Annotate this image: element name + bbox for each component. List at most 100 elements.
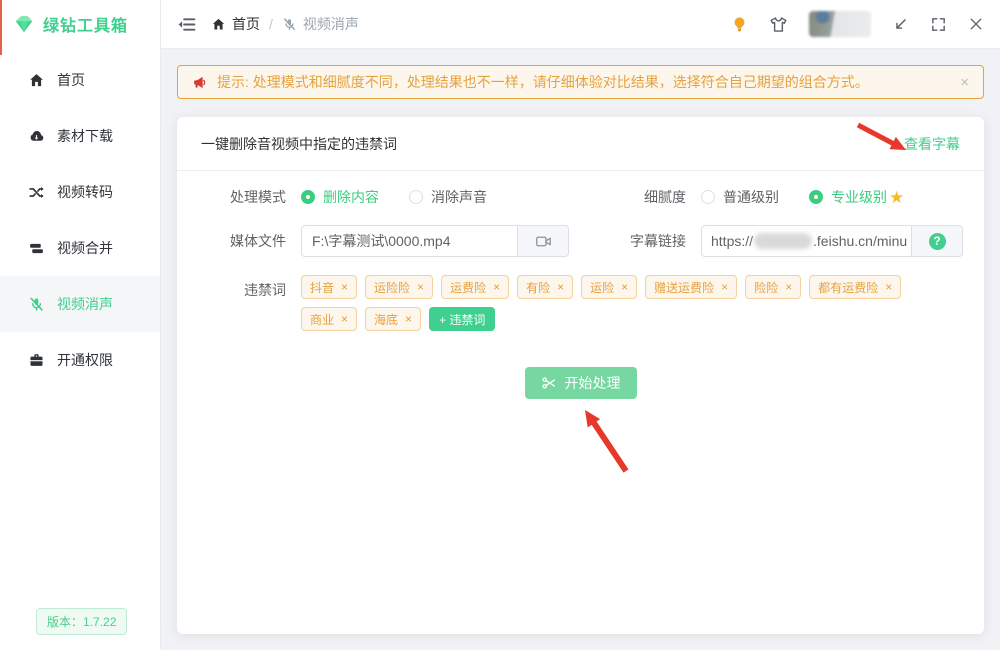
- breadcrumb-home-label: 首页: [232, 14, 260, 34]
- word-tag: 海底 ×: [365, 307, 421, 331]
- close-icon[interactable]: [968, 16, 984, 32]
- tag-label: 运险: [590, 279, 614, 296]
- card-body: 处理模式 删除内容 消除声音 细腻度: [177, 171, 984, 399]
- radio-remove-sound[interactable]: 消除声音: [409, 187, 487, 207]
- radio-dot: [701, 190, 715, 204]
- card-title: 一键删除音视频中指定的违禁词: [201, 134, 397, 154]
- sidebar-fold-icon[interactable]: [177, 15, 196, 34]
- sidebar-item-video-transcode[interactable]: 视频转码: [0, 164, 160, 220]
- radio-dot: [301, 190, 315, 204]
- minimize-icon[interactable]: [892, 16, 909, 33]
- radio-delete-content[interactable]: 删除内容: [301, 187, 379, 207]
- tag-remove-icon[interactable]: ×: [417, 281, 424, 293]
- sidebar-item-permissions[interactable]: 开通权限: [0, 332, 160, 388]
- tag-label: 商业: [310, 311, 334, 328]
- tool-card: 一键删除音视频中指定的违禁词 查看字幕 处理模式 删除内容: [177, 117, 984, 634]
- home-icon: [211, 17, 226, 32]
- tag-remove-icon[interactable]: ×: [785, 281, 792, 293]
- quality-label: 细腻度: [569, 187, 686, 207]
- media-file-input[interactable]: [301, 225, 518, 257]
- subtitle-link-input[interactable]: https:// .feishu.cn/minu: [701, 225, 912, 257]
- page-content: 提示: 处理模式和细腻度不同，处理结果也不一样，请仔细体验对比结果，选择符合自己…: [161, 49, 1000, 650]
- tag-remove-icon[interactable]: ×: [885, 281, 892, 293]
- breadcrumb-current-label: 视频消声: [303, 14, 359, 34]
- word-tag: 运费险×: [441, 275, 509, 299]
- left-edge-accent: [0, 0, 2, 55]
- app-title: 绿钻工具箱: [43, 12, 128, 36]
- pick-video-button[interactable]: [518, 225, 569, 257]
- url-prefix: https://: [711, 233, 753, 249]
- tag-label: 运险险: [374, 279, 410, 296]
- sidebar-item-material-download[interactable]: 素材下载: [0, 108, 160, 164]
- add-word-button[interactable]: + 违禁词: [429, 307, 495, 331]
- shuffle-icon: [28, 184, 45, 201]
- main-area: 首页 / 视频消声: [161, 0, 1000, 650]
- version-badge: 版本：1.7.22: [36, 608, 127, 635]
- redacted-url-segment: [754, 233, 812, 249]
- tip-alert: 提示: 处理模式和细腻度不同，处理结果也不一样，请仔细体验对比结果，选择符合自己…: [177, 65, 984, 99]
- home-icon: [28, 72, 45, 89]
- radio-pro-level[interactable]: 专业级别: [809, 187, 887, 207]
- topbar-right: [731, 11, 984, 37]
- briefcase-icon: [28, 352, 45, 369]
- radio-label: 专业级别: [831, 187, 887, 207]
- sidebar-item-label: 素材下载: [57, 126, 113, 146]
- tag-remove-icon[interactable]: ×: [405, 313, 412, 325]
- word-tag: 运险 ×: [581, 275, 637, 299]
- start-button-label: 开始处理: [565, 373, 621, 393]
- star-icon: ★: [889, 189, 904, 206]
- sidebar: 绿钻工具箱 首页 素材下载: [0, 0, 161, 650]
- subtitle-link-label: 字幕链接: [569, 231, 686, 251]
- word-tag: 商业 ×: [301, 307, 357, 331]
- sidebar-item-video-mute[interactable]: 视频消声: [0, 276, 160, 332]
- tag-remove-icon[interactable]: ×: [493, 281, 500, 293]
- tag-remove-icon[interactable]: ×: [621, 281, 628, 293]
- scissors-icon: [541, 375, 557, 391]
- radio-dot: [409, 190, 423, 204]
- tag-remove-icon[interactable]: ×: [341, 313, 348, 325]
- word-tag: 抖音 ×: [301, 275, 357, 299]
- forbidden-words-label: 违禁词: [201, 275, 286, 300]
- alert-text: 提示: 处理模式和细腻度不同，处理结果也不一样，请仔细体验对比结果，选择符合自己…: [217, 72, 869, 92]
- sidebar-item-label: 视频转码: [57, 182, 113, 202]
- app-window: 绿钻工具箱 首页 素材下载: [0, 0, 1000, 650]
- sidebar-item-label: 视频合并: [57, 238, 113, 258]
- sidebar-item-video-merge[interactable]: 视频合并: [0, 220, 160, 276]
- tag-label: 有险: [526, 279, 550, 296]
- sidebar-item-label: 视频消声: [57, 294, 113, 314]
- gem-icon: [13, 13, 35, 35]
- tag-label: 险险: [754, 279, 778, 296]
- word-tag: 有险 ×: [517, 275, 573, 299]
- app-logo: 绿钻工具箱: [0, 0, 160, 48]
- alert-close-icon[interactable]: ×: [960, 75, 969, 90]
- merge-icon: [28, 240, 45, 257]
- tag-remove-icon[interactable]: ×: [341, 281, 348, 293]
- tag-remove-icon[interactable]: ×: [721, 281, 728, 293]
- tag-label: 海底: [374, 311, 398, 328]
- sidebar-item-label: 开通权限: [57, 350, 113, 370]
- radio-label: 普通级别: [723, 187, 779, 207]
- radio-dot: [809, 190, 823, 204]
- subtitle-help-button[interactable]: ?: [912, 225, 963, 257]
- mic-off-icon: [282, 17, 297, 32]
- radio-normal-level[interactable]: 普通级别: [701, 187, 779, 207]
- breadcrumb-home[interactable]: 首页: [211, 14, 260, 34]
- radio-label: 删除内容: [323, 187, 379, 207]
- breadcrumb: 首页 / 视频消声: [211, 14, 359, 34]
- tag-label: 抖音: [310, 279, 334, 296]
- media-file-label: 媒体文件: [201, 231, 286, 251]
- media-file-control: [301, 225, 569, 257]
- user-avatar[interactable]: [809, 11, 871, 37]
- view-subtitle-link[interactable]: 查看字幕: [904, 134, 960, 154]
- forbidden-words-row: 违禁词 抖音 × 运险险 × 运费险× 有险 × 运险 × 赠送运费险 × 险险 × 都有运…: [201, 275, 960, 331]
- tag-label: 赠送运费险: [654, 279, 714, 296]
- subtitle-link-control: https:// .feishu.cn/minu ?: [701, 225, 963, 257]
- fullscreen-icon[interactable]: [930, 16, 947, 33]
- tag-remove-icon[interactable]: ×: [557, 281, 564, 293]
- tshirt-icon[interactable]: [769, 16, 788, 33]
- sidebar-item-home[interactable]: 首页: [0, 52, 160, 108]
- lightbulb-icon[interactable]: [731, 15, 748, 34]
- tag-label: 都有运费险: [818, 279, 878, 296]
- quality-radio-group: 普通级别 专业级别 ★: [701, 187, 963, 207]
- start-process-button[interactable]: 开始处理: [525, 367, 637, 399]
